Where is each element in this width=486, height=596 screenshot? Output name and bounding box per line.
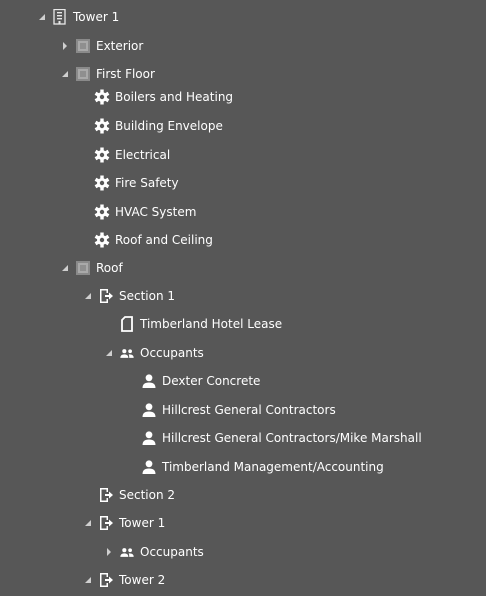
floor-icon <box>75 260 91 276</box>
tree-node-exterior[interactable]: Exterior <box>59 32 143 60</box>
person-icon <box>141 459 157 475</box>
tree-node-section-1[interactable]: Section 1 <box>82 282 175 310</box>
tree-node-label: Dexter Concrete <box>162 374 261 388</box>
tree-node-roof-and-ceiling[interactable]: Roof and Ceiling <box>94 226 213 254</box>
floor-icon <box>75 66 91 82</box>
gear-icon <box>94 204 110 220</box>
tree-node-label: HVAC System <box>115 205 197 219</box>
person-icon <box>141 402 157 418</box>
tree-node-tower-1[interactable]: Tower 1 <box>36 3 119 31</box>
tree-node-label: Fire Safety <box>115 176 179 190</box>
tree-node-label: Tower 2 <box>119 573 166 587</box>
tree-node-label: Building Envelope <box>115 119 223 133</box>
tree-node-label: Occupants <box>140 545 204 559</box>
expanded-arrow-icon[interactable] <box>82 290 94 302</box>
tree-node-electrical[interactable]: Electrical <box>94 141 170 169</box>
tree-node-roof[interactable]: Roof <box>59 254 123 282</box>
expanded-arrow-icon[interactable] <box>82 574 94 586</box>
door-exit-icon <box>98 515 114 531</box>
tree-node-label: Timberland Hotel Lease <box>140 317 283 331</box>
tree-node-boilers-and-heating[interactable]: Boilers and Heating <box>94 83 233 111</box>
tree-node-timberland-hotel-lease[interactable]: Timberland Hotel Lease <box>119 310 282 338</box>
expanded-arrow-icon[interactable] <box>59 262 71 274</box>
gear-icon <box>94 118 110 134</box>
tree-node-tower-1-sub[interactable]: Tower 1 <box>82 509 165 537</box>
floor-icon <box>75 38 91 54</box>
tree-node-label: Occupants <box>140 346 204 360</box>
tree-node-tower-2[interactable]: Tower 2 <box>82 566 165 594</box>
tree-node-dexter-concrete[interactable]: Dexter Concrete <box>141 367 260 395</box>
gear-icon <box>94 147 110 163</box>
tree-node-label: Tower 1 <box>119 516 166 530</box>
document-icon <box>119 316 135 332</box>
gear-icon <box>94 175 110 191</box>
tree-node-building-envelope[interactable]: Building Envelope <box>94 112 223 140</box>
tree-node-label: Section 1 <box>119 289 176 303</box>
tree-node-label: Timberland Management/Accounting <box>162 460 384 474</box>
gear-icon <box>94 232 110 248</box>
tree-node-timberland-management-accounting[interactable]: Timberland Management/Accounting <box>141 453 384 481</box>
tree-node-label: Exterior <box>96 39 144 53</box>
person-icon <box>141 430 157 446</box>
people-icon <box>119 544 135 560</box>
person-icon <box>141 373 157 389</box>
expanded-arrow-icon[interactable] <box>82 517 94 529</box>
people-icon <box>119 345 135 361</box>
tree-node-hvac-system[interactable]: HVAC System <box>94 198 196 226</box>
expanded-arrow-icon[interactable] <box>59 68 71 80</box>
tree-node-occupants-collapsed[interactable]: Occupants <box>103 538 204 566</box>
gear-icon <box>94 89 110 105</box>
tree-node-label: Hillcrest General Contractors/Mike Marsh… <box>162 431 422 445</box>
expanded-arrow-icon[interactable] <box>103 347 115 359</box>
tree-node-label: Boilers and Heating <box>115 90 234 104</box>
tree-node-label: Electrical <box>115 148 171 162</box>
tree-node-section-2[interactable]: Section 2 <box>98 481 175 509</box>
tree-node-label: First Floor <box>96 67 155 81</box>
tree-node-label: Roof <box>96 261 123 275</box>
door-exit-icon <box>98 288 114 304</box>
tree-node-label: Roof and Ceiling <box>115 233 213 247</box>
tree-node-fire-safety[interactable]: Fire Safety <box>94 169 179 197</box>
tree-node-label: Section 2 <box>119 488 176 502</box>
tree-node-hillcrest-general-contractors[interactable]: Hillcrest General Contractors <box>141 396 336 424</box>
door-exit-icon <box>98 572 114 588</box>
building-icon <box>52 9 68 25</box>
tree-node-occupants[interactable]: Occupants <box>103 339 204 367</box>
tree-node-hillcrest-mike-marshall[interactable]: Hillcrest General Contractors/Mike Marsh… <box>141 424 422 452</box>
tree-view: Tower 1 Exterior First Floor Boilers and… <box>0 0 486 596</box>
door-exit-icon <box>98 487 114 503</box>
tree-node-label: Hillcrest General Contractors <box>162 403 336 417</box>
collapsed-arrow-icon[interactable] <box>59 40 71 52</box>
expanded-arrow-icon[interactable] <box>36 11 48 23</box>
tree-node-label: Tower 1 <box>73 10 120 24</box>
collapsed-arrow-icon[interactable] <box>103 546 115 558</box>
